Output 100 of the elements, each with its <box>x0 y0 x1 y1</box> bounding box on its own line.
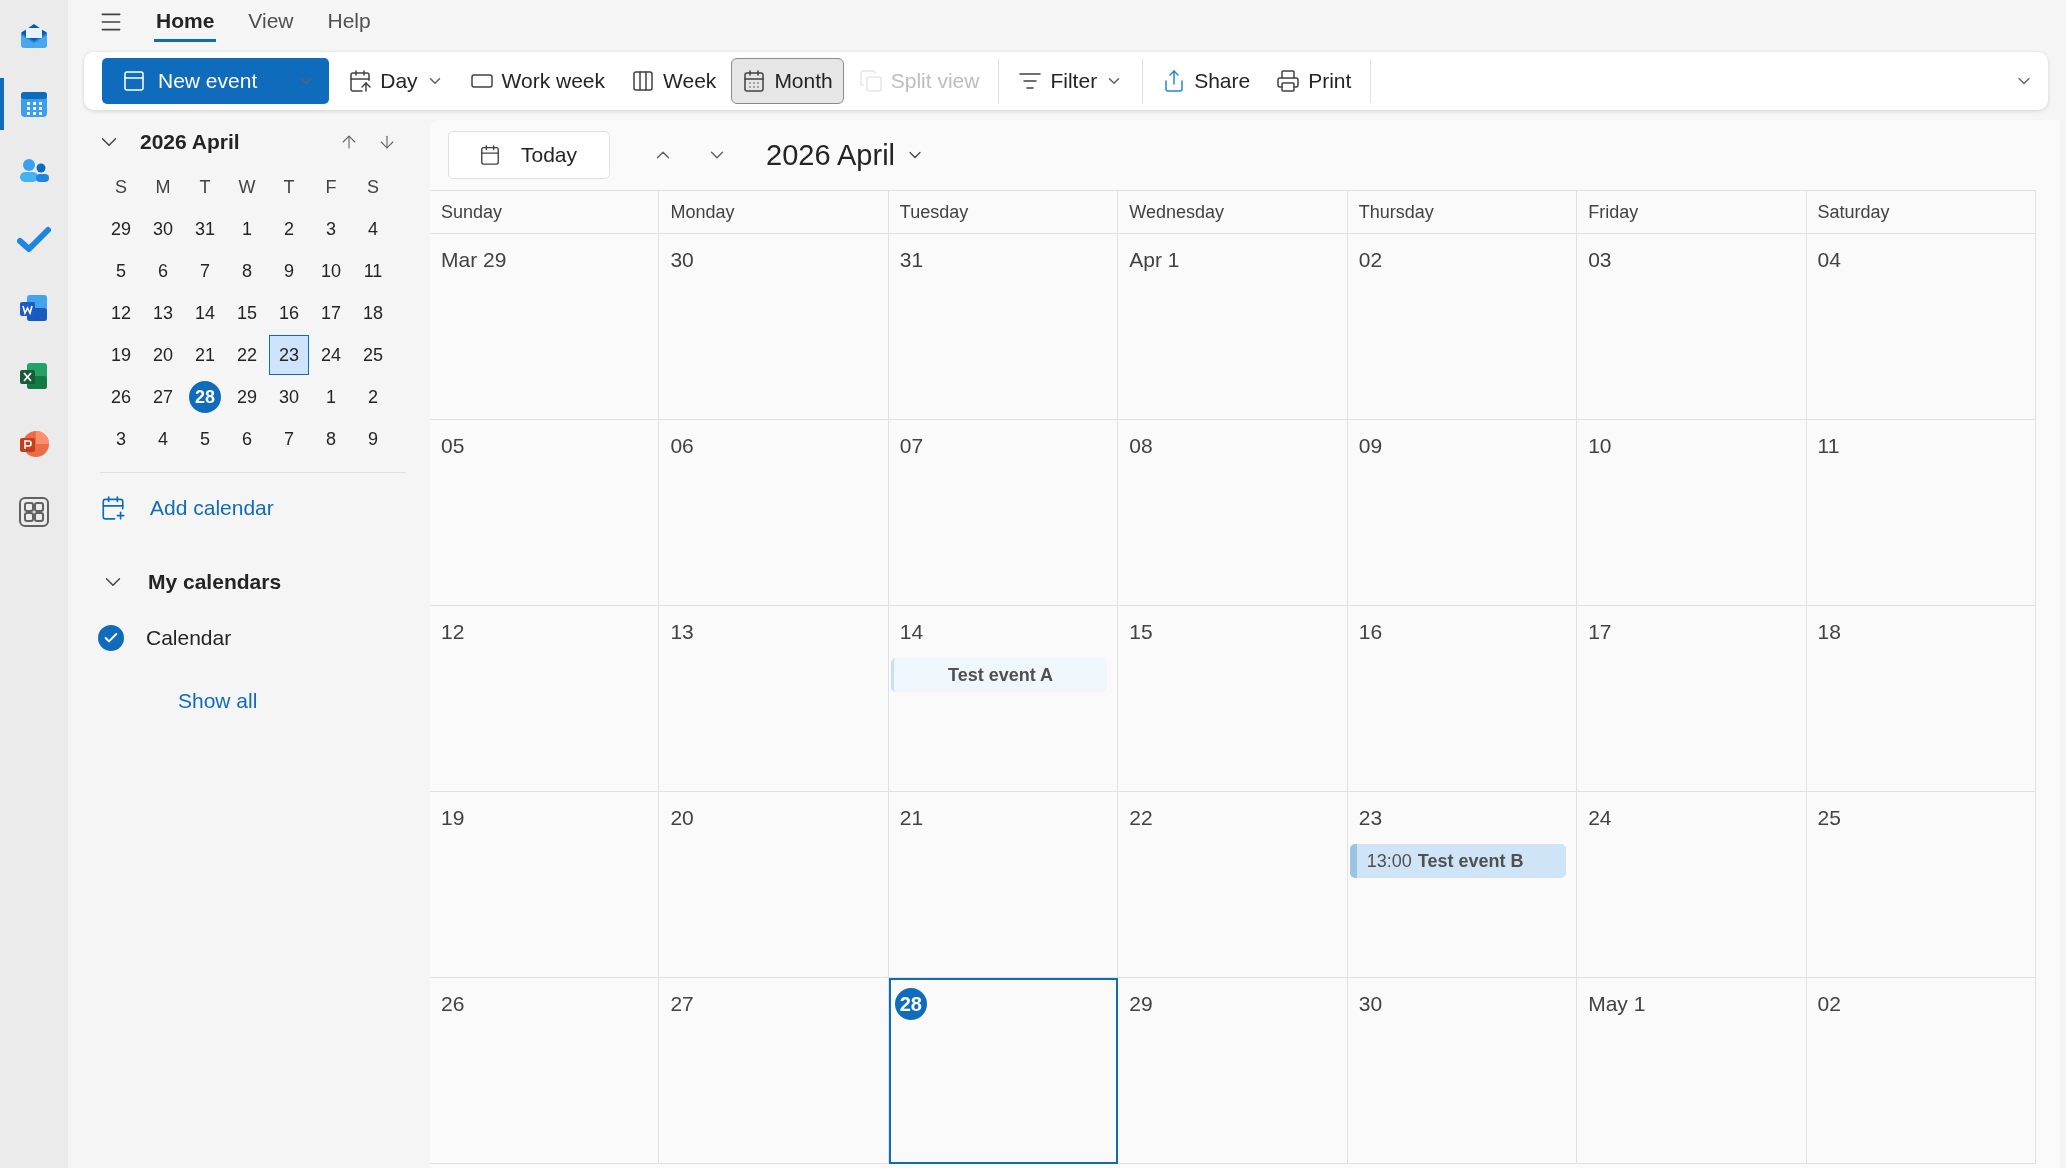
day-cell[interactable]: 22 <box>1118 792 1348 978</box>
mini-calendar-day[interactable]: 15 <box>227 293 267 333</box>
mini-calendar-day[interactable]: 16 <box>269 293 309 333</box>
toolbar-button[interactable]: Month <box>731 58 844 104</box>
day-number: 31 <box>899 247 924 273</box>
mini-calendar-day[interactable]: 17 <box>311 293 351 333</box>
day-cell[interactable]: 30 <box>1347 978 1578 1164</box>
calendar-event[interactable]: Test event A <box>890 658 1108 692</box>
mini-calendar-day[interactable]: 3 <box>311 209 351 249</box>
day-cell[interactable]: 29 <box>1118 978 1348 1164</box>
day-number: 16 <box>1358 619 1383 645</box>
menu-tab[interactable]: Help <box>325 2 373 42</box>
day-cell[interactable]: 04 <box>1806 234 2036 420</box>
day-cell[interactable]: 02 <box>1806 978 2036 1164</box>
column-header: Sunday <box>430 191 660 234</box>
day-cell[interactable]: 03 <box>1577 234 1807 420</box>
day-number: 21 <box>899 805 924 831</box>
new-event-button[interactable]: New event <box>102 58 330 104</box>
day-cell[interactable]: 17 <box>1577 606 1807 792</box>
mini-calendar-day[interactable]: 14 <box>185 293 225 333</box>
day-cell[interactable]: 23 13:00 Test event B <box>1347 792 1578 978</box>
mini-calendar-day[interactable]: 8 <box>311 419 351 459</box>
mini-calendar-day[interactable]: 24 <box>311 335 351 375</box>
day-cell[interactable]: 10 <box>1577 420 1807 606</box>
mini-calendar-day[interactable]: 22 <box>227 335 267 375</box>
mini-calendar-day[interactable]: 8 <box>227 251 267 291</box>
calendar-checkbox[interactable] <box>98 625 124 651</box>
day-number: 10 <box>1588 433 1612 459</box>
day-cell[interactable]: 24 <box>1577 792 1807 978</box>
mini-calendar-day[interactable]: 19 <box>101 335 141 375</box>
mini-calendar-day[interactable]: 23 <box>269 335 309 375</box>
month-picker[interactable]: 2026 April <box>760 137 932 173</box>
mini-calendar-day[interactable]: 30 <box>269 377 309 417</box>
mini-calendar-day[interactable]: 29 <box>101 209 141 249</box>
day-cell[interactable]: Mar 29 <box>430 234 660 420</box>
day-cell[interactable]: 19 <box>430 792 660 978</box>
mini-calendar-day[interactable]: 6 <box>227 419 267 459</box>
show-all-link[interactable]: Show all <box>178 689 258 713</box>
mini-calendar-day[interactable]: 26 <box>101 377 141 417</box>
day-cell[interactable]: 28 <box>888 978 1119 1164</box>
day-cell[interactable]: 31 <box>888 234 1119 420</box>
calendar-month-icon <box>742 69 767 93</box>
calendar-event[interactable]: 13:00 Test event B <box>1349 844 1567 878</box>
mini-calendar-day[interactable]: 28 <box>189 381 221 413</box>
day-cell[interactable]: 08 <box>1118 420 1348 606</box>
mini-calendar-day[interactable]: 9 <box>353 419 393 459</box>
mini-calendar-day[interactable]: 5 <box>101 251 141 291</box>
mini-calendar-day[interactable]: 6 <box>143 251 183 291</box>
day-cell[interactable]: 25 <box>1806 792 2036 978</box>
mini-calendar-day[interactable]: 1 <box>311 377 351 417</box>
day-cell[interactable]: 30 <box>659 234 889 420</box>
day-number: 06 <box>670 433 694 459</box>
day-cell[interactable]: 09 <box>1347 420 1578 606</box>
day-cell[interactable]: 05 <box>430 420 660 606</box>
mini-calendar-day[interactable]: 7 <box>185 251 225 291</box>
mini-calendar-day[interactable]: 2 <box>269 209 309 249</box>
menu-tab[interactable]: Home <box>154 2 217 42</box>
calendar-icon <box>479 144 501 166</box>
mini-calendar-day[interactable]: 3 <box>101 419 141 459</box>
mini-calendar-title: 2026 April <box>140 130 241 154</box>
day-cell[interactable]: 21 <box>888 792 1119 978</box>
day-cell[interactable]: 14 Test event A <box>888 606 1119 792</box>
mini-calendar-day[interactable]: 4 <box>353 209 393 249</box>
mini-calendar-day[interactable]: 7 <box>269 419 309 459</box>
mini-calendar-day[interactable]: 21 <box>185 335 225 375</box>
day-cell[interactable]: 27 <box>659 978 889 1164</box>
day-cell[interactable]: May 1 <box>1577 978 1807 1164</box>
mini-calendar-day[interactable]: 5 <box>185 419 225 459</box>
day-cell[interactable]: 18 <box>1806 606 2036 792</box>
today-button[interactable]: Today <box>448 131 611 179</box>
day-cell[interactable]: 15 <box>1118 606 1348 792</box>
day-cell[interactable]: 06 <box>659 420 889 606</box>
add-calendar-button[interactable]: Add calendar <box>90 491 284 525</box>
mini-calendar-day[interactable]: 20 <box>143 335 183 375</box>
mini-calendar-day[interactable]: 2 <box>353 377 393 417</box>
day-cell[interactable]: 11 <box>1806 420 2036 606</box>
mini-calendar-day[interactable]: 12 <box>101 293 141 333</box>
day-cell[interactable]: 02 <box>1347 234 1578 420</box>
mini-calendar-day[interactable]: 9 <box>269 251 309 291</box>
mini-calendar-day[interactable]: 27 <box>143 377 183 417</box>
mini-calendar-day[interactable]: 18 <box>353 293 393 333</box>
mini-calendar-day[interactable]: 4 <box>143 419 183 459</box>
mini-calendar-day[interactable]: 30 <box>143 209 183 249</box>
mini-calendar-day[interactable]: 11 <box>353 251 393 291</box>
mini-calendar-day[interactable]: 13 <box>143 293 183 333</box>
mini-calendar-day[interactable]: 31 <box>185 209 225 249</box>
day-cell[interactable]: 13 <box>659 606 889 792</box>
menu-tab[interactable]: View <box>246 2 296 42</box>
mini-calendar-day[interactable]: 25 <box>353 335 393 375</box>
mini-calendar-day[interactable]: 29 <box>227 377 267 417</box>
day-cell[interactable]: 07 <box>888 420 1119 606</box>
day-cell[interactable]: 12 <box>430 606 660 792</box>
day-cell[interactable]: 20 <box>659 792 889 978</box>
day-cell[interactable]: 26 <box>430 978 660 1164</box>
mini-calendar-day[interactable]: 1 <box>227 209 267 249</box>
day-cell[interactable]: Apr 1 <box>1118 234 1348 420</box>
mini-calendar-day[interactable]: 10 <box>311 251 351 291</box>
weekday-label: M <box>154 175 172 199</box>
day-cell[interactable]: 16 <box>1347 606 1578 792</box>
column-header: Wednesday <box>1118 191 1348 234</box>
